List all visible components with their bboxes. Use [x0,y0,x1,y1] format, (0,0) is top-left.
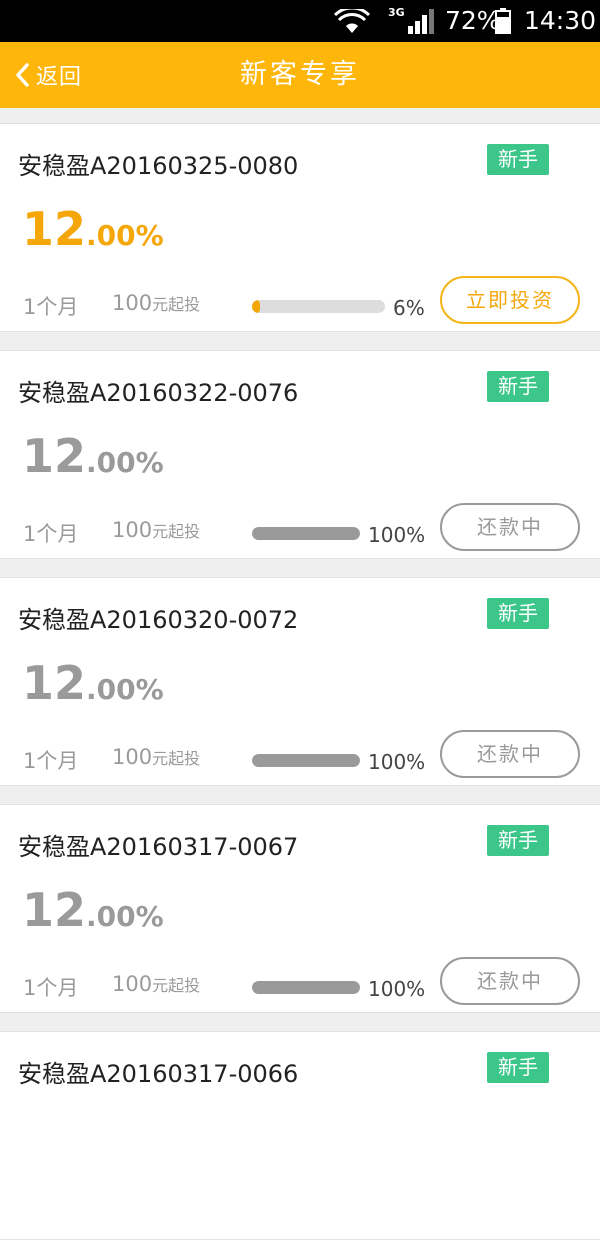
term: 1个月 [23,976,79,1000]
progress-fill [252,754,360,767]
rate-integer: 12 [22,429,87,483]
nav-bar: 返回 新客专享 [0,42,600,108]
progress-bar [252,300,385,313]
min-investment: 100元起投 [112,972,200,996]
back-label: 返回 [36,65,83,90]
min-unit: 元起投 [152,749,201,768]
product-name: 安稳盈A20160322-0076 [18,379,299,407]
interest-rate: 12.00% [22,202,164,256]
product-name: 安稳盈A20160325-0080 [18,152,299,180]
term: 1个月 [23,295,79,319]
min-amount: 100 [112,972,153,996]
progress-fill [252,300,260,313]
repaying-button[interactable]: 还款中 [440,503,580,551]
signal-icon [408,9,434,34]
min-amount: 100 [112,518,153,542]
back-button[interactable]: 返回 [14,42,82,108]
progress-percent: 100% [368,523,426,547]
interest-rate: 12.00% [22,656,164,710]
progress-bar [252,981,360,994]
invest-now-button[interactable]: 立即投资 [440,276,580,324]
product-card[interactable]: 安稳盈A20160322-0076 新手 12.00% 1个月 100元起投 1… [0,350,600,559]
min-investment: 100元起投 [112,291,200,315]
network-type: 3G [388,6,405,19]
repaying-button[interactable]: 还款中 [440,957,580,1005]
newbie-badge: 新手 [487,371,549,402]
min-unit: 元起投 [152,522,201,541]
rate-integer: 12 [22,202,87,256]
progress-bar [252,527,360,540]
newbie-badge: 新手 [487,144,549,175]
progress-bar [252,754,360,767]
interest-rate: 12.00% [22,429,164,483]
progress-fill [252,981,360,994]
rate-decimal: .00% [86,673,164,706]
product-card[interactable]: 安稳盈A20160325-0080 新手 12.00% 1个月 100元起投 6… [0,123,600,332]
status-bar: 3G 72% 14:30 [0,0,600,42]
rate-decimal: .00% [86,446,164,479]
progress-percent: 6% [393,296,425,320]
chevron-left-icon [16,63,29,87]
interest-rate: 12.00% [22,883,164,937]
clock: 14:30 [524,6,597,35]
newbie-badge: 新手 [487,825,549,856]
progress-fill [252,527,360,540]
term: 1个月 [23,522,79,546]
repaying-button[interactable]: 还款中 [440,730,580,778]
product-name: 安稳盈A20160317-0066 [18,1060,299,1088]
rate-integer: 12 [22,656,87,710]
rate-decimal: .00% [86,900,164,933]
term: 1个月 [23,749,79,773]
min-investment: 100元起投 [112,745,200,769]
page-title: 新客专享 [240,59,360,90]
product-card[interactable]: 安稳盈A20160320-0072 新手 12.00% 1个月 100元起投 1… [0,577,600,786]
rate-integer: 12 [22,883,87,937]
progress-percent: 100% [368,750,426,774]
product-card[interactable]: 安稳盈A20160317-0067 新手 12.00% 1个月 100元起投 1… [0,804,600,1013]
product-name: 安稳盈A20160317-0067 [18,833,299,861]
wifi-icon [334,9,370,33]
battery-percent: 72% [445,6,501,35]
battery-icon [495,8,511,34]
min-unit: 元起投 [152,295,201,314]
newbie-badge: 新手 [487,1052,549,1083]
rate-decimal: .00% [86,219,164,252]
newbie-badge: 新手 [487,598,549,629]
product-name: 安稳盈A20160320-0072 [18,606,299,634]
product-card[interactable]: 安稳盈A20160317-0066 新手 [0,1031,600,1240]
min-unit: 元起投 [152,976,201,995]
min-investment: 100元起投 [112,518,200,542]
progress-percent: 100% [368,977,426,1001]
min-amount: 100 [112,291,153,315]
min-amount: 100 [112,745,153,769]
